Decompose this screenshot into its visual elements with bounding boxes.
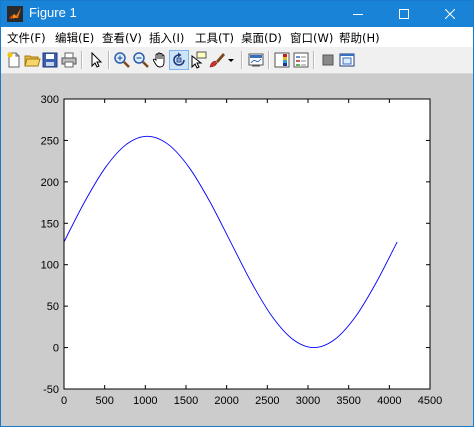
open-file-icon[interactable] bbox=[23, 51, 41, 69]
show-plot-tools-icon[interactable] bbox=[338, 51, 356, 69]
x-tick-label: 500 bbox=[95, 395, 113, 407]
zoom-out-icon[interactable] bbox=[132, 51, 150, 69]
menu-view[interactable]: 查看(V) bbox=[102, 30, 142, 46]
new-figure-icon[interactable] bbox=[5, 51, 23, 69]
menu-desktop[interactable]: 桌面(D) bbox=[241, 30, 282, 46]
insert-colorbar-icon[interactable] bbox=[273, 51, 291, 69]
save-icon[interactable] bbox=[41, 51, 59, 69]
x-tick-label: 3500 bbox=[336, 395, 360, 407]
toolbar-separator bbox=[313, 51, 315, 69]
toolbar-separator bbox=[241, 51, 243, 69]
x-tick-label: 1000 bbox=[133, 395, 157, 407]
x-tick-label: 4500 bbox=[418, 395, 442, 407]
menu-bar: 文件(F) 编辑(E) 查看(V) 插入(I) 工具(T) 桌面(D) 窗口(W… bbox=[1, 27, 473, 47]
close-icon bbox=[445, 9, 455, 19]
pan-hand-icon[interactable] bbox=[151, 51, 169, 69]
minimize-button[interactable] bbox=[335, 1, 381, 27]
y-tick-label: 50 bbox=[47, 301, 59, 313]
print-icon[interactable] bbox=[60, 51, 78, 69]
x-tick-label: 4000 bbox=[377, 395, 401, 407]
window-title: Figure 1 bbox=[29, 5, 77, 20]
brush-dropdown-icon[interactable] bbox=[226, 51, 236, 69]
menu-tools[interactable]: 工具(T) bbox=[195, 30, 234, 46]
toolbar-separator bbox=[108, 51, 110, 69]
x-tick-label: 2000 bbox=[214, 395, 238, 407]
figure-toolbar bbox=[1, 47, 473, 74]
data-cursor-icon[interactable] bbox=[189, 51, 207, 69]
figure-canvas[interactable]: 0 500 1000 1500 2000 2500 3000 3500 4000 4500 -50 0… bbox=[1, 74, 473, 426]
brush-icon[interactable] bbox=[208, 51, 226, 69]
menu-insert[interactable]: 插入(I) bbox=[149, 30, 184, 46]
x-tick-label: 1500 bbox=[174, 395, 198, 407]
x-tick-label: 0 bbox=[61, 395, 67, 407]
hide-plot-tools-icon[interactable] bbox=[319, 51, 337, 69]
x-tick-label: 2500 bbox=[255, 395, 279, 407]
title-bar[interactable]: Figure 1 bbox=[1, 1, 473, 27]
maximize-button[interactable] bbox=[381, 1, 427, 27]
matlab-logo-icon bbox=[7, 6, 23, 22]
menu-window[interactable]: 窗口(W) bbox=[290, 30, 333, 46]
maximize-icon bbox=[399, 9, 409, 19]
x-tick-label: 3000 bbox=[296, 395, 320, 407]
insert-legend-icon[interactable] bbox=[292, 51, 310, 69]
axes-background bbox=[64, 99, 430, 389]
minimize-icon bbox=[353, 14, 363, 15]
y-tick-label: 150 bbox=[41, 218, 59, 230]
y-tick-label: 250 bbox=[41, 135, 59, 147]
rotate-3d-icon[interactable] bbox=[169, 50, 189, 70]
edit-plot-arrow-icon[interactable] bbox=[87, 51, 105, 69]
close-button[interactable] bbox=[427, 1, 473, 27]
menu-file[interactable]: 文件(F) bbox=[7, 30, 46, 46]
line-plot[interactable]: 0 500 1000 1500 2000 2500 3000 3500 4000 4500-500… bbox=[1, 74, 473, 426]
zoom-in-icon[interactable] bbox=[113, 51, 131, 69]
y-tick-label: 200 bbox=[41, 177, 59, 189]
y-tick-label: -50 bbox=[43, 384, 59, 396]
link-plot-icon[interactable] bbox=[247, 51, 265, 69]
toolbar-separator bbox=[81, 51, 83, 69]
menu-help[interactable]: 帮助(H) bbox=[339, 30, 380, 46]
figure-window: Figure 1 文件(F) 编辑(E) 查看(V) 插入(I) 工具(T) 桌… bbox=[0, 0, 474, 427]
menu-edit[interactable]: 编辑(E) bbox=[55, 30, 94, 46]
y-tick-label: 0 bbox=[53, 343, 59, 355]
y-tick-label: 100 bbox=[41, 260, 59, 272]
y-tick-label: 300 bbox=[41, 94, 59, 106]
toolbar-separator bbox=[268, 51, 270, 69]
